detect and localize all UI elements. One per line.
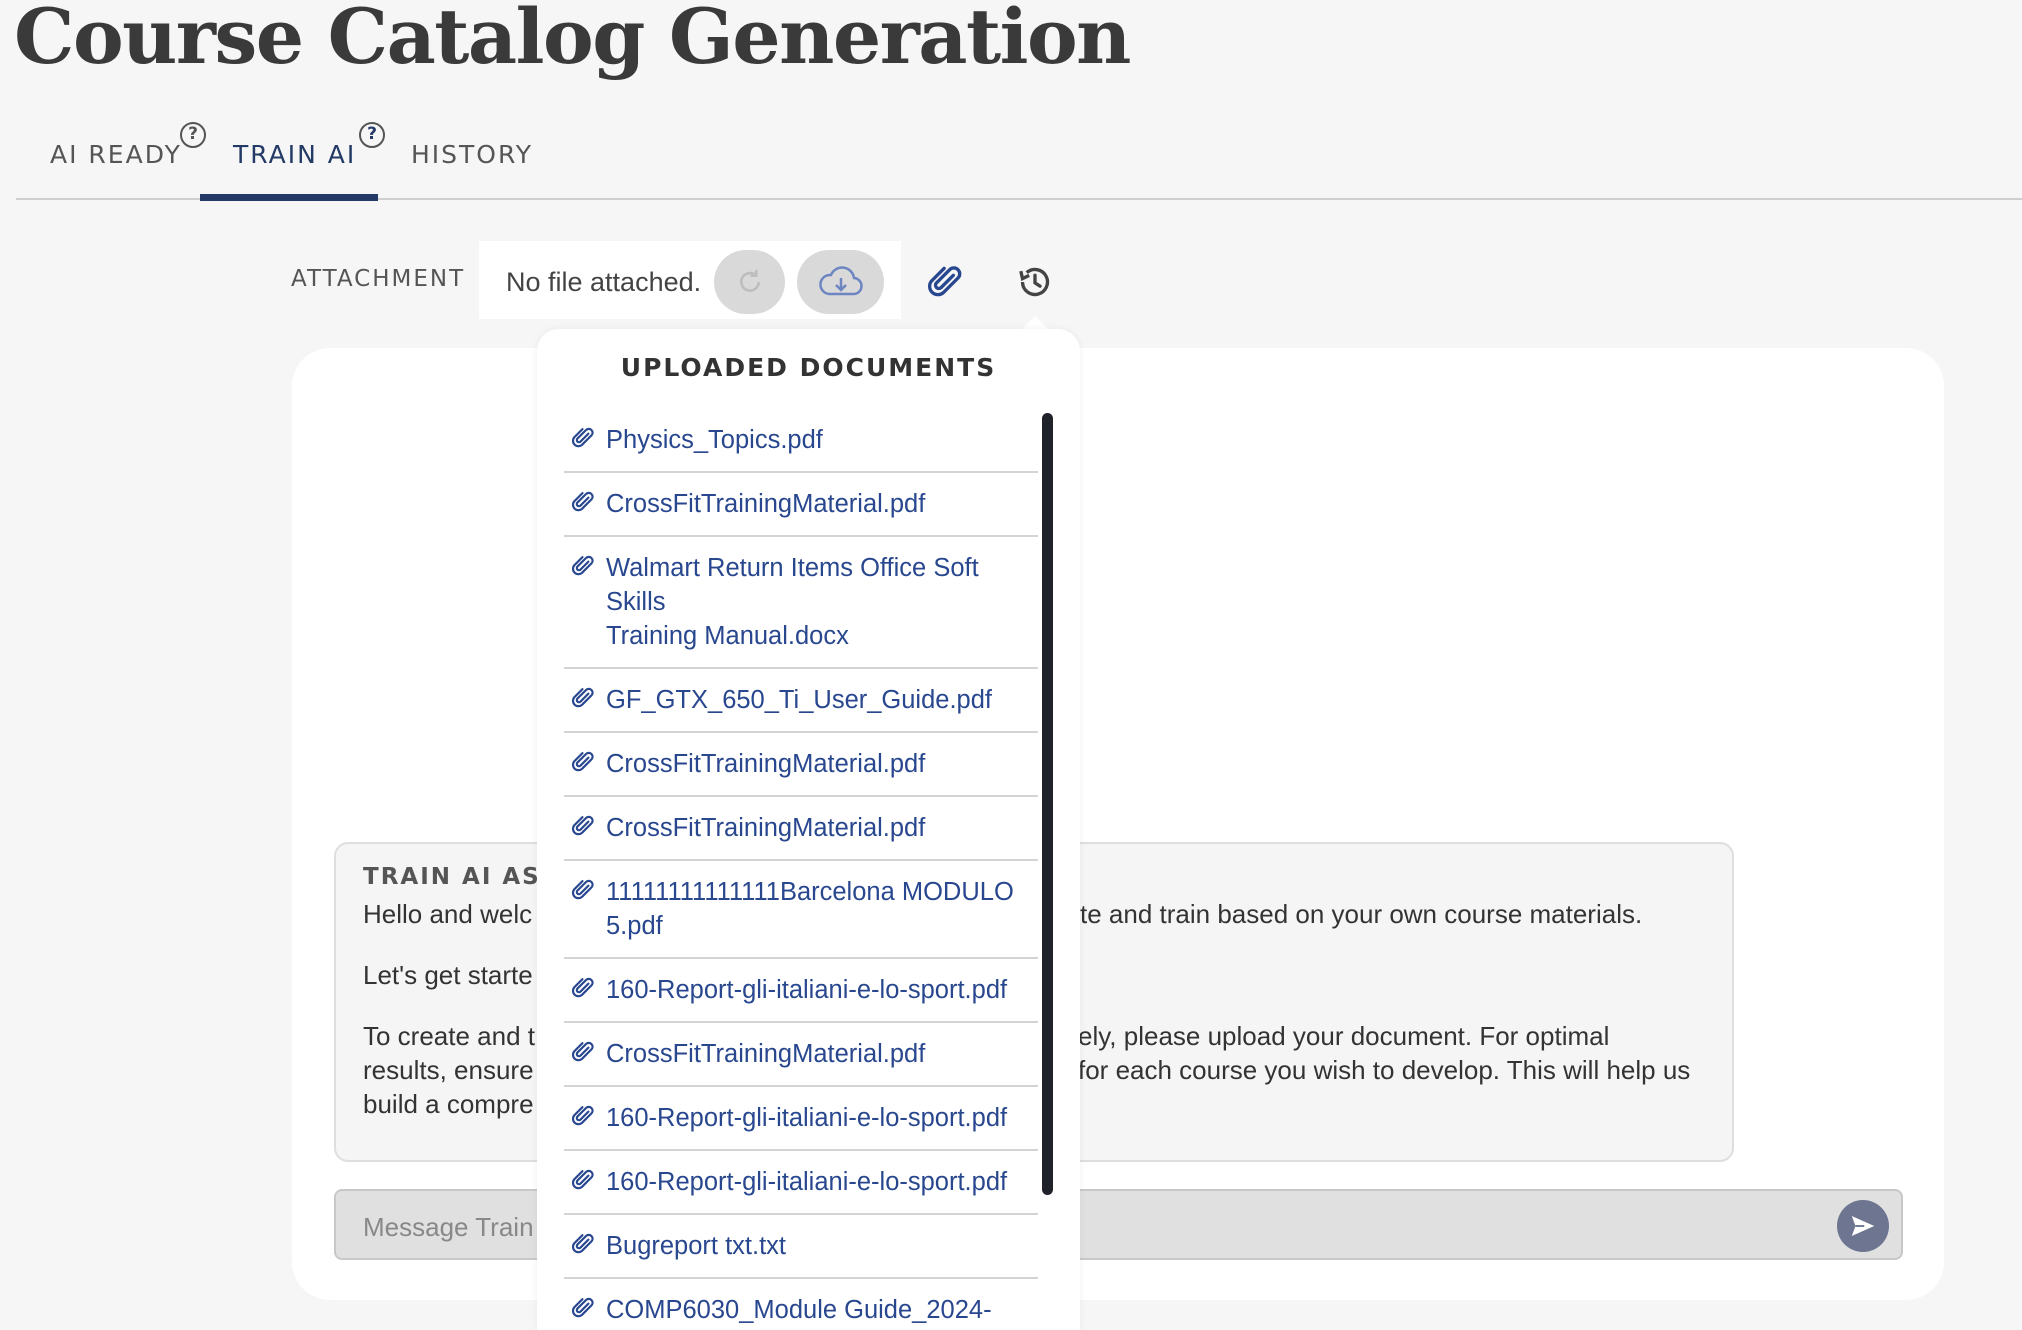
cloud-download-icon: [818, 266, 863, 296]
document-name: CrossFitTrainingMaterial.pdf: [606, 490, 926, 518]
upload-history-button[interactable]: [1011, 258, 1059, 306]
paperclip-icon: [570, 1103, 596, 1138]
document-item[interactable]: 160-Report-gli-italiani-e-lo-sport.pdf: [564, 1151, 1038, 1215]
paperclip-icon: [570, 553, 596, 588]
document-item[interactable]: 160-Report-gli-italiani-e-lo-sport.pdf: [564, 959, 1038, 1023]
paperclip-icon: [927, 266, 962, 297]
refresh-icon: [739, 270, 760, 292]
document-item[interactable]: GF_GTX_650_Ti_User_Guide.pdf: [564, 669, 1038, 733]
document-item[interactable]: CrossFitTrainingMaterial.pdf: [564, 733, 1038, 797]
document-item[interactable]: Bugreport txt.txt: [564, 1215, 1038, 1279]
document-item[interactable]: 160-Report-gli-italiani-e-lo-sport.pdf: [564, 1087, 1038, 1151]
document-item[interactable]: COMP6030_Module Guide_2024-: [564, 1279, 1038, 1330]
document-name: 160-Report-gli-italiani-e-lo-sport.pdf: [606, 976, 1008, 1004]
message-placeholder: Message Train A: [363, 1212, 557, 1242]
document-name: Physics_Topics.pdf: [606, 426, 823, 454]
paperclip-icon: [570, 749, 596, 784]
tab-ai-ready[interactable]: AI READY ?: [50, 122, 206, 200]
document-item[interactable]: Physics_Topics.pdf: [564, 409, 1038, 473]
assistant-text-line: Let's get starte: [363, 960, 533, 990]
assistant-text-line: build a compre: [363, 1089, 534, 1119]
document-list: Physics_Topics.pdf CrossFitTrainingMateri…: [564, 409, 1038, 1330]
uploaded-documents-popover: UPLOADED DOCUMENTS Physics_Topics.pdf Cro…: [537, 329, 1080, 1330]
paperclip-icon: [570, 489, 596, 524]
document-name: Bugreport txt.txt: [606, 1232, 786, 1260]
history-icon: [1019, 267, 1050, 297]
paperclip-icon: [570, 1039, 596, 1074]
paperclip-icon: [570, 1295, 596, 1330]
paperclip-icon: [570, 975, 596, 1010]
send-icon: [1851, 1216, 1875, 1236]
active-tab-indicator: [200, 194, 378, 201]
assistant-text-line: To create and t: [363, 1021, 535, 1051]
scrollbar[interactable]: [1042, 413, 1053, 1195]
assistant-text-line: te and train based on your own course ma…: [1080, 899, 1643, 929]
paperclip-icon: [570, 685, 596, 720]
page-title: Course Catalog Generation: [14, 0, 1131, 81]
tab-train-ai[interactable]: TRAIN AI ?: [233, 122, 385, 200]
refresh-button[interactable]: [714, 250, 785, 314]
document-name: Walmart Return Items Office Soft Skills: [606, 554, 979, 616]
paperclip-icon: [570, 1231, 596, 1266]
document-name: 5.pdf: [606, 912, 663, 940]
tab-ai-ready-label: AI READY: [50, 140, 182, 169]
document-name: CrossFitTrainingMaterial.pdf: [606, 1040, 926, 1068]
send-button[interactable]: [1837, 1200, 1889, 1252]
tab-history-label: HISTORY: [411, 140, 534, 169]
attachment-status: No file attached.: [506, 267, 702, 297]
help-icon[interactable]: ?: [180, 122, 206, 148]
document-name: CrossFitTrainingMaterial.pdf: [606, 814, 926, 842]
document-name: 160-Report-gli-italiani-e-lo-sport.pdf: [606, 1104, 1008, 1132]
assistant-text-line: for each course you wish to develop. Thi…: [1078, 1055, 1691, 1085]
tab-bar: AI READY ? TRAIN AI ? HISTORY: [16, 110, 2022, 201]
popover-title: UPLOADED DOCUMENTS: [620, 353, 997, 382]
assistant-text-line: results, ensure: [363, 1055, 534, 1085]
document-name: GF_GTX_650_Ti_User_Guide.pdf: [606, 686, 992, 714]
paperclip-icon: [570, 877, 596, 912]
tab-train-ai-label: TRAIN AI: [233, 140, 357, 169]
help-icon[interactable]: ?: [359, 122, 385, 148]
paperclip-icon: [570, 425, 596, 460]
document-item[interactable]: CrossFitTrainingMaterial.pdf: [564, 473, 1038, 537]
document-name: COMP6030_Module Guide_2024-: [606, 1296, 992, 1324]
attachment-field: No file attached.: [479, 241, 901, 319]
assistant-text-line: Hello and welc: [363, 899, 533, 929]
document-item[interactable]: Walmart Return Items Office Soft Skills T…: [564, 537, 1038, 669]
attachment-label: ATTACHMENT: [291, 266, 466, 292]
document-item[interactable]: CrossFitTrainingMaterial.pdf: [564, 1023, 1038, 1087]
paperclip-icon: [570, 813, 596, 848]
paperclip-icon: [570, 1167, 596, 1202]
document-name: 11111111111111Barcelona MODULO: [606, 878, 1014, 906]
download-button[interactable]: [797, 250, 884, 314]
assistant-text-line: ely, please upload your document. For op…: [1078, 1021, 1610, 1051]
attach-file-button[interactable]: [921, 258, 969, 306]
document-item[interactable]: 11111111111111Barcelona MODULO 5.pdf: [564, 861, 1038, 959]
document-name: 160-Report-gli-italiani-e-lo-sport.pdf: [606, 1168, 1008, 1196]
document-name: CrossFitTrainingMaterial.pdf: [606, 750, 926, 778]
document-item[interactable]: CrossFitTrainingMaterial.pdf: [564, 797, 1038, 861]
document-name: Training Manual.docx: [606, 622, 849, 650]
tab-history[interactable]: HISTORY: [411, 140, 533, 200]
